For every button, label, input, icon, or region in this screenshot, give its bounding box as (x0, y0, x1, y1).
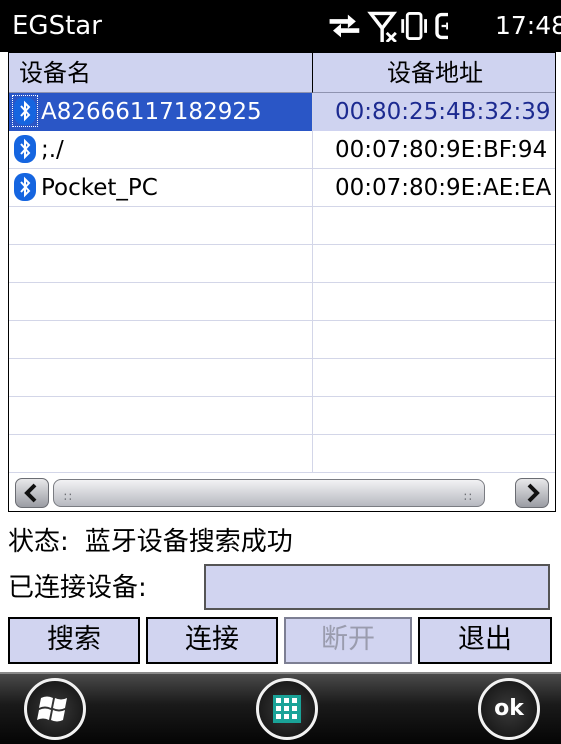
horizontal-scrollbar[interactable]: ∷ ∷ (9, 475, 555, 511)
bluetooth-icon (12, 94, 38, 127)
chevron-left-icon (24, 483, 37, 503)
sync-arrows-icon (329, 14, 360, 38)
windows-start-button[interactable] (24, 678, 86, 740)
device-address: 00:80:25:4B:32:39 (313, 93, 555, 131)
column-header-address[interactable]: 设备地址 (313, 53, 555, 93)
device-name-cell: ;./ (9, 131, 313, 169)
status-bar: EGStar 17:48 (0, 0, 561, 52)
bottom-bar: ok (0, 672, 561, 744)
app-title: EGStar (12, 11, 102, 41)
device-name: Pocket_PC (41, 175, 158, 201)
device-name: A82666117182925 (41, 99, 262, 125)
chevron-right-icon (527, 483, 540, 503)
scroll-thumb[interactable]: ∷ ∷ (53, 479, 485, 507)
status-message: 蓝牙设备搜索成功 (84, 527, 293, 557)
list-header: 设备名 设备地址 (9, 53, 555, 93)
grip-icon: ∷ (64, 490, 73, 504)
empty-row (9, 321, 555, 359)
scroll-right-button[interactable] (515, 478, 549, 508)
status-label: 状态: (8, 527, 69, 557)
connected-device-field[interactable] (204, 564, 550, 610)
connect-button[interactable]: 连接 (146, 617, 278, 664)
device-address: 00:07:80:9E:AE:EA (335, 175, 552, 201)
ok-button[interactable]: ok (478, 678, 540, 740)
grip-icon: ∷ (464, 490, 473, 504)
device-name-cell: A82666117182925 (9, 93, 313, 131)
table-row[interactable]: Pocket_PC 00:07:80:9E:AE:EA (9, 169, 555, 207)
connected-device-label: 已连接设备: (8, 573, 147, 603)
table-row[interactable]: A82666117182925 00:80:25:4B:32:39 (9, 93, 555, 131)
battery-charging-icon (435, 12, 448, 40)
table-row[interactable]: ;./ 00:07:80:9E:BF:94 (9, 131, 555, 169)
vibrate-icon (401, 12, 427, 40)
empty-row (9, 207, 555, 245)
keyboard-button[interactable] (256, 678, 318, 740)
device-name: ;./ (41, 137, 64, 163)
bluetooth-icon (14, 134, 36, 163)
device-address: 00:07:80:9E:BF:94 (335, 137, 548, 163)
empty-row (9, 397, 555, 435)
clock: 17:48 (495, 11, 561, 40)
list-rows: A82666117182925 00:80:25:4B:32:39 ;./ 00… (9, 93, 555, 475)
status-line: 状态: 蓝牙设备搜索成功 (8, 524, 293, 560)
search-button[interactable]: 搜索 (8, 617, 140, 664)
status-icons (329, 11, 448, 42)
device-list[interactable]: 设备名 设备地址 A82666117182925 00:80:25:4B:32:… (8, 52, 556, 512)
bluetooth-icon (14, 172, 36, 201)
empty-row (9, 435, 555, 473)
no-signal-x (385, 31, 397, 42)
keyboard-icon (273, 695, 301, 723)
disconnect-button[interactable]: 断开 (284, 617, 412, 664)
windows-start-icon (37, 696, 67, 722)
empty-row (9, 359, 555, 397)
column-header-name[interactable]: 设备名 (9, 53, 313, 93)
scroll-left-button[interactable] (15, 478, 49, 508)
empty-row (9, 245, 555, 283)
exit-button[interactable]: 退出 (418, 617, 552, 664)
empty-row (9, 283, 555, 321)
device-name-cell: Pocket_PC (9, 169, 313, 207)
